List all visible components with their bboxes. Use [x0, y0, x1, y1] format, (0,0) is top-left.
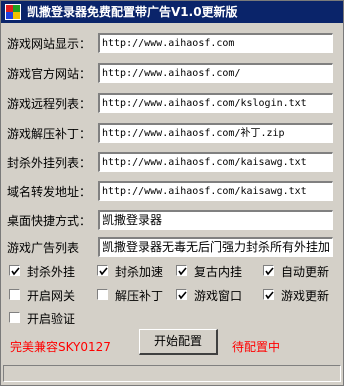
official-site-input[interactable]: http://www.aihaosf.com/ [98, 63, 333, 83]
ad-list-input[interactable]: 凯撒登录器无毒无后门强力封杀所有外挂加 [98, 237, 333, 257]
checkbox-box[interactable] [97, 265, 108, 276]
checkbox-box[interactable] [9, 289, 20, 300]
check-mark-icon [178, 291, 187, 300]
config-status-text: 待配置中 [232, 340, 281, 354]
check-mark-icon [265, 291, 274, 300]
window-title: 凯撒登录器免费配置带广告V1.0更新版 [27, 5, 238, 19]
app-logo-icon [5, 4, 21, 20]
official-site-label: 游戏官方网站： [7, 67, 92, 81]
check-mark-icon [265, 267, 274, 276]
checkbox-box[interactable] [97, 289, 108, 300]
remote-list-label: 游戏远程列表： [7, 97, 92, 111]
checkbox-label: 开启验证 [27, 312, 76, 326]
title-bar[interactable]: 凯撒登录器免费配置带广告V1.0更新版 [1, 1, 343, 23]
site-display-label: 游戏网站显示： [7, 37, 92, 51]
checkbox-label: 游戏窗口 [194, 289, 243, 303]
checkbox-box[interactable] [176, 265, 187, 276]
cheat-block-list-label: 封杀外挂列表： [7, 156, 92, 170]
ad-list-label: 游戏广告列表 [7, 241, 80, 255]
checkbox-label: 封杀加速 [115, 265, 164, 279]
status-bar-panel [3, 365, 341, 382]
checkbox-label: 复古内挂 [194, 265, 243, 279]
app-window: 凯撒登录器免费配置带广告V1.0更新版 游戏网站显示： http://www.a… [0, 0, 344, 386]
checkbox-box[interactable] [263, 265, 274, 276]
checkbox-box[interactable] [263, 289, 274, 300]
start-config-button[interactable]: 开始配置 [139, 329, 218, 355]
domain-forward-label: 域名转发地址： [7, 185, 92, 199]
patch-label: 游戏解压补丁： [7, 127, 92, 141]
desktop-shortcut-input[interactable]: 凯撒登录器 [98, 210, 333, 230]
check-mark-icon [11, 267, 20, 276]
checkbox-label: 封杀外挂 [27, 265, 76, 279]
checkbox-label: 解压补丁 [115, 289, 164, 303]
checkbox-label: 自动更新 [281, 265, 330, 279]
remote-list-input[interactable]: http://www.aihaosf.com/kslogin.txt [98, 93, 333, 113]
patch-input[interactable]: http://www.aihaosf.com/补丁.zip [98, 123, 333, 143]
status-bar [1, 363, 343, 385]
check-mark-icon [99, 267, 108, 276]
compat-text: 完美兼容SKY0127 [10, 340, 111, 354]
checkbox-box[interactable] [9, 312, 20, 323]
checkbox-label: 游戏更新 [281, 289, 330, 303]
checkbox-box[interactable] [9, 265, 20, 276]
check-mark-icon [178, 267, 187, 276]
domain-forward-input[interactable]: http://www.aihaosf.com/kaisawg.txt [98, 181, 333, 201]
checkbox-label: 开启网关 [27, 289, 76, 303]
checkbox-box[interactable] [176, 289, 187, 300]
desktop-shortcut-label: 桌面快捷方式： [7, 214, 92, 228]
site-display-input[interactable]: http://www.aihaosf.com [98, 33, 333, 53]
cheat-block-list-input[interactable]: http://www.aihaosf.com/kaisawg.txt [98, 152, 333, 172]
